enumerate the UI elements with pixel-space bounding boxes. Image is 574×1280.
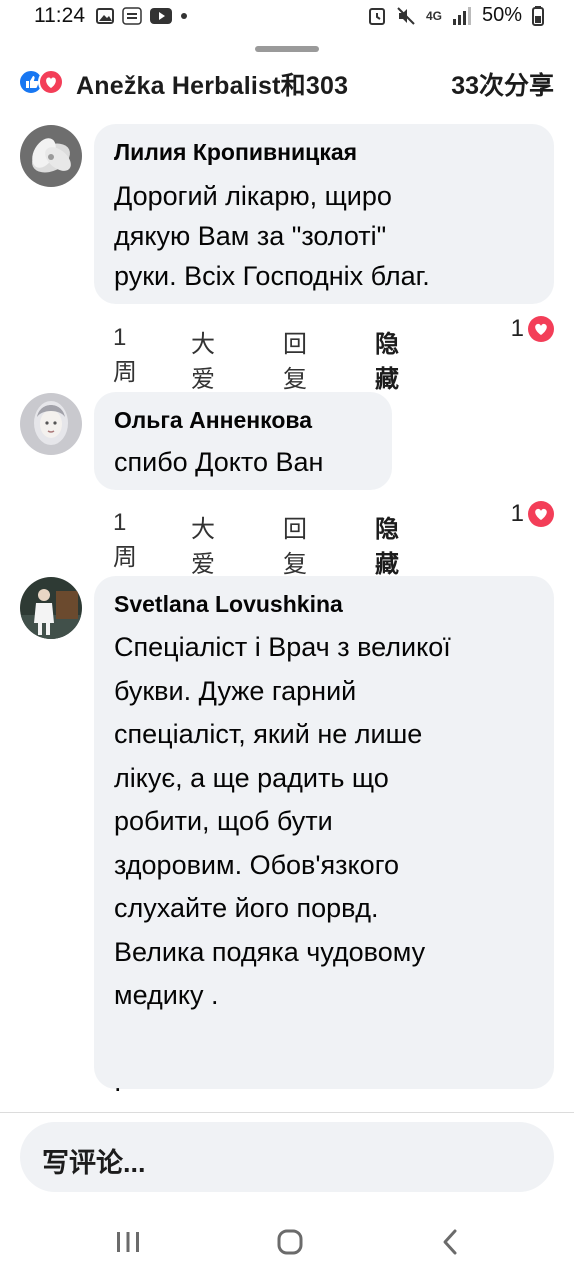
comment-author[interactable]: Ольга Анненкова (114, 407, 312, 434)
reactions-summary[interactable] (18, 69, 64, 95)
signal-icon (452, 6, 471, 25)
reaction-count: 1 (510, 500, 524, 527)
hide-button[interactable]: 隐藏 (375, 509, 399, 579)
status-time: 11:24 (34, 4, 85, 27)
temu-icon (122, 7, 142, 25)
comment-author[interactable]: Svetlana Lovushkina (114, 591, 343, 618)
comment-text: Спеціаліст і Врач з великої букви. Дуже … (114, 632, 451, 1097)
comment-composer[interactable]: 写评论... (20, 1122, 554, 1192)
gallery-icon (96, 8, 114, 24)
avatar[interactable] (20, 125, 82, 187)
comment-bubble[interactable]: Лилия Кропивницкая Дорогий лікарю, щиро … (94, 124, 554, 304)
shares-count[interactable]: 33次分享 (451, 66, 554, 102)
hide-button[interactable]: 隐藏 (375, 324, 399, 394)
recent-apps-icon[interactable] (108, 1222, 148, 1262)
battery-icon (532, 5, 544, 26)
status-bar: 11:24 4G 50% (0, 0, 574, 34)
comment-bubble[interactable]: Ольга Анненкова спибо Докто Ван (94, 392, 392, 490)
comment-author[interactable]: Лилия Кропивницкая (114, 139, 357, 166)
network-label: 4G (425, 8, 442, 23)
comment-bubble[interactable]: Svetlana Lovushkina Спеціаліст і Врач з … (94, 576, 554, 1097)
comment-reaction-count[interactable]: 1 (511, 314, 554, 344)
system-nav-bar (0, 1204, 574, 1280)
notification-icons (96, 7, 188, 25)
comment-reaction-count[interactable]: 1 (511, 499, 554, 529)
alarm-icon (368, 7, 385, 25)
reaction-count: 1 (510, 315, 524, 342)
composer-placeholder[interactable]: 写评论... (42, 1141, 146, 1180)
youtube-icon (150, 8, 172, 24)
reply-button[interactable]: 回复 (283, 509, 307, 579)
comment-time[interactable]: 1周 (113, 324, 137, 387)
home-icon[interactable] (270, 1222, 310, 1262)
comment-text: Дорогий лікарю, щиро дякую Вам за "золот… (114, 181, 430, 291)
comment-time[interactable]: 1周 (113, 509, 137, 572)
composer-divider (0, 1112, 574, 1113)
love-icon (38, 69, 64, 95)
heart-icon (528, 316, 554, 342)
back-icon[interactable] (430, 1222, 470, 1262)
avatar[interactable] (20, 577, 82, 639)
mute-icon (397, 6, 415, 25)
reply-button[interactable]: 回复 (283, 324, 307, 394)
love-reaction-button[interactable]: 大爱 (191, 509, 215, 579)
sheet-drag-handle[interactable] (255, 46, 319, 52)
dot-icon (181, 13, 187, 19)
battery-percent: 50% (481, 4, 522, 26)
status-right: 4G 50% (368, 4, 544, 27)
heart-icon (528, 501, 554, 527)
reactions-header: Anežka Herbalist和303 33次分享 (18, 66, 558, 100)
avatar[interactable] (20, 393, 82, 455)
love-reaction-button[interactable]: 大爱 (191, 324, 215, 394)
comment-text: спибо Докто Ван (114, 447, 324, 477)
reactors-names[interactable]: Anežka Herbalist和303 (76, 66, 348, 102)
